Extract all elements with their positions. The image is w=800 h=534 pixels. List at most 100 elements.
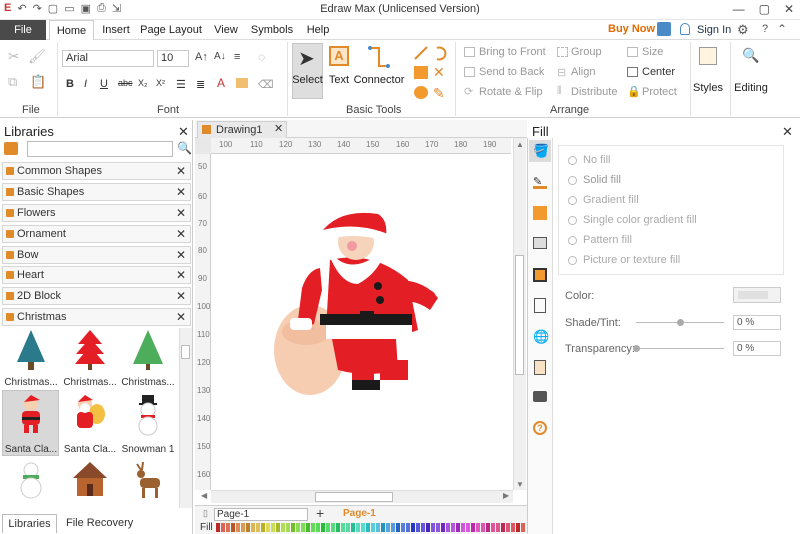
buy-now-link[interactable]: Buy Now (608, 23, 655, 35)
palette-swatch[interactable] (241, 523, 245, 532)
palette-swatch[interactable] (331, 523, 335, 532)
palette-swatch[interactable] (446, 523, 450, 532)
palette-swatch[interactable] (521, 523, 525, 532)
help-icon[interactable]: ? (762, 23, 768, 35)
copy-icon[interactable]: ⧉ (8, 74, 17, 90)
align-text-icon[interactable]: ≣ (196, 78, 205, 91)
christmas-tree-green-icon[interactable] (131, 328, 165, 375)
palette-swatch[interactable] (221, 523, 225, 532)
palette-swatch[interactable] (481, 523, 485, 532)
shade-tint-knob[interactable] (677, 319, 684, 326)
library-category[interactable]: Common Shapes ✕ (2, 162, 191, 180)
close-category-icon[interactable]: ✕ (176, 226, 186, 242)
library-category[interactable]: Ornament ✕ (2, 225, 191, 243)
palette-swatch[interactable] (301, 523, 305, 532)
library-scroll-thumb[interactable] (181, 345, 190, 359)
distribute-button[interactable]: Distribute (571, 86, 617, 98)
palette-swatch[interactable] (231, 523, 235, 532)
cart-icon[interactable] (657, 22, 671, 36)
document-properties-icon[interactable] (534, 360, 546, 375)
select-tool-button[interactable]: Select (292, 74, 323, 86)
palette-swatch[interactable] (291, 523, 295, 532)
library-category[interactable]: Basic Shapes ✕ (2, 183, 191, 201)
palette-swatch[interactable] (441, 523, 445, 532)
tab-page-layout[interactable]: Page Layout (140, 20, 202, 40)
palette-swatch[interactable] (306, 523, 310, 532)
palette-swatch[interactable] (351, 523, 355, 532)
close-category-icon[interactable]: ✕ (176, 309, 186, 325)
library-category[interactable]: Heart ✕ (2, 266, 191, 284)
maximize-icon[interactable]: ▢ (759, 2, 770, 16)
decrease-font-icon[interactable]: A↓ (214, 51, 226, 62)
shade-tint-value[interactable]: 0 % (733, 315, 781, 330)
home-icon[interactable] (4, 142, 18, 155)
palette-swatch[interactable] (421, 523, 425, 532)
rectangle-tool-icon[interactable] (414, 66, 428, 79)
palette-swatch[interactable] (516, 523, 520, 532)
palette-swatch[interactable] (501, 523, 505, 532)
clear-format-icon[interactable]: ◌ (258, 50, 265, 64)
santa-claus-icon[interactable] (14, 394, 48, 439)
santa-claus-shape[interactable] (268, 210, 443, 400)
color-palette[interactable] (216, 523, 527, 532)
crossline-tool-icon[interactable]: ✕ (433, 64, 445, 81)
close-category-icon[interactable]: ✕ (176, 163, 186, 179)
palette-swatch[interactable] (376, 523, 380, 532)
close-category-icon[interactable]: ✕ (176, 288, 186, 304)
scroll-right-icon[interactable]: ▶ (503, 491, 509, 500)
bold-icon[interactable]: B (66, 78, 74, 90)
page-tab[interactable]: Page-1 (343, 508, 376, 519)
paste-icon[interactable]: 📋 (30, 74, 46, 90)
ribbon-collapse-icon[interactable]: ⌃ (777, 22, 787, 36)
palette-swatch[interactable] (266, 523, 270, 532)
bring-to-front-button[interactable]: Bring to Front (479, 46, 546, 58)
palette-swatch[interactable] (336, 523, 340, 532)
page-nav-icon[interactable]: ▯ (203, 508, 208, 519)
library-search-icon[interactable]: 🔍 (177, 141, 192, 155)
tab-help[interactable]: Help (303, 20, 333, 40)
palette-swatch[interactable] (316, 523, 320, 532)
protect-button[interactable]: Protect (642, 86, 677, 98)
palette-swatch[interactable] (346, 523, 350, 532)
scroll-left-icon[interactable]: ◀ (201, 491, 207, 500)
palette-swatch[interactable] (226, 523, 230, 532)
palette-swatch[interactable] (286, 523, 290, 532)
palette-swatch[interactable] (251, 523, 255, 532)
line-style-icon[interactable]: ✎ (533, 175, 547, 189)
tab-view[interactable]: View (211, 20, 241, 40)
tab-symbols[interactable]: Symbols (249, 20, 295, 40)
text-spacing-icon[interactable]: ≡ (234, 51, 240, 63)
group-button[interactable]: Group (571, 46, 602, 58)
palette-swatch[interactable] (386, 523, 390, 532)
send-to-back-button[interactable]: Send to Back (479, 66, 544, 78)
palette-swatch[interactable] (496, 523, 500, 532)
palette-swatch[interactable] (466, 523, 470, 532)
palette-swatch[interactable] (371, 523, 375, 532)
palette-swatch[interactable] (326, 523, 330, 532)
bullet-list-icon[interactable]: ☰ (176, 78, 186, 91)
page-properties-icon[interactable] (534, 298, 546, 313)
center-button[interactable]: Center (642, 66, 675, 78)
superscript-icon[interactable]: X² (156, 78, 165, 88)
close-category-icon[interactable]: ✕ (176, 184, 186, 200)
increase-font-icon[interactable]: A↑ (195, 51, 208, 63)
italic-icon[interactable]: I (84, 78, 87, 90)
palette-swatch[interactable] (391, 523, 395, 532)
document-close-icon[interactable]: ✕ (274, 122, 283, 135)
comment-icon[interactable] (533, 391, 547, 402)
rotate-flip-button[interactable]: Rotate & Flip (479, 86, 543, 98)
palette-swatch[interactable] (321, 523, 325, 532)
sign-in-link[interactable]: Sign In (697, 24, 731, 36)
library-search-input[interactable] (27, 141, 173, 157)
palette-swatch[interactable] (281, 523, 285, 532)
palette-swatch[interactable] (396, 523, 400, 532)
underline-icon[interactable]: U (100, 78, 108, 90)
close-icon[interactable]: ✕ (784, 2, 794, 16)
palette-swatch[interactable] (401, 523, 405, 532)
reindeer-icon[interactable] (131, 460, 165, 505)
image-icon[interactable] (533, 237, 547, 249)
add-page-icon[interactable]: + (316, 505, 324, 521)
tab-insert[interactable]: Insert (98, 20, 134, 40)
fill-panel-close-icon[interactable]: ✕ (782, 124, 793, 140)
tab-home[interactable]: Home (49, 20, 94, 40)
